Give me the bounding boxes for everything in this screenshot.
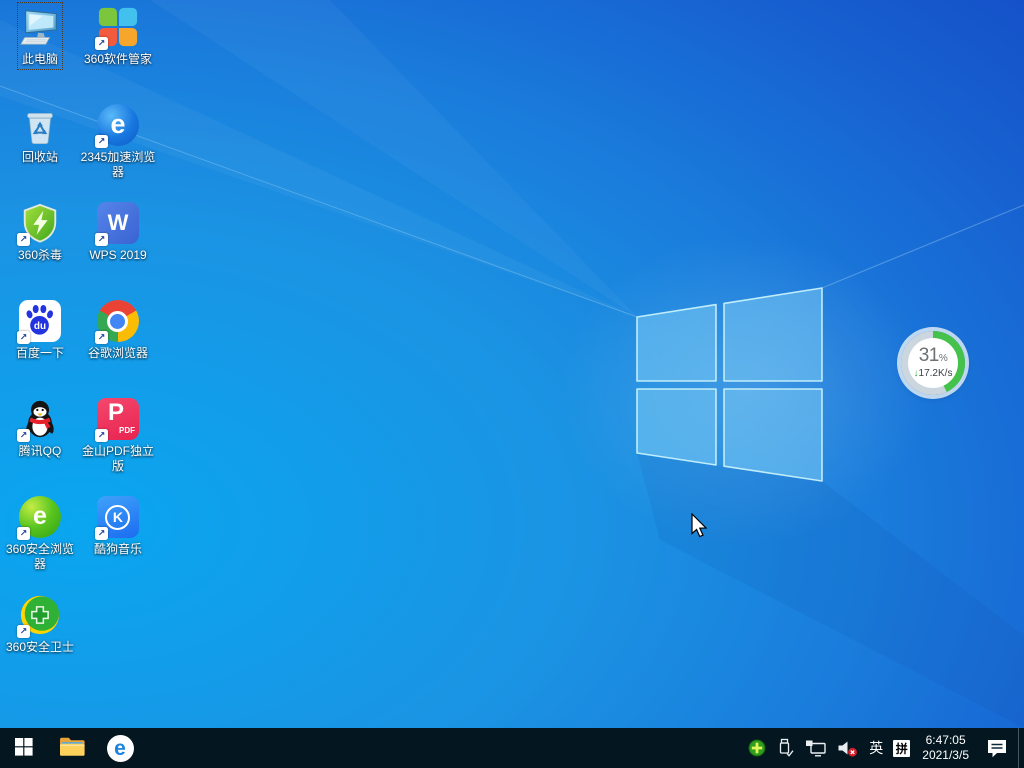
desktop-icon-chrome[interactable]: ↗ 谷歌浏览器 [79, 297, 157, 395]
this-pc-icon [19, 6, 61, 48]
360-safety-guard-icon: ↗ [19, 594, 61, 636]
wps-2019-icon: W ↗ [97, 202, 139, 244]
shortcut-arrow-icon: ↗ [95, 233, 108, 246]
desktop-icon-360-antivirus[interactable]: ↗ 360杀毒 [1, 199, 79, 297]
volume-muted-icon[interactable] [832, 728, 864, 768]
360-software-manager-icon: ↗ [97, 6, 139, 48]
percent-symbol: % [939, 353, 947, 364]
baidu-icon: du ↗ [19, 300, 61, 342]
shortcut-arrow-icon: ↗ [95, 429, 108, 442]
desktop-icon-360-software-manager[interactable]: ↗ 360软件管家 [79, 3, 157, 101]
taskbar: e [0, 728, 1024, 768]
shortcut-arrow-icon: ↗ [95, 135, 108, 148]
network-icon[interactable] [800, 728, 832, 768]
ime-language-indicator[interactable]: 英 [864, 728, 888, 768]
browser-taskbar-icon: e [107, 735, 134, 762]
kugou-glyph: K [105, 505, 130, 530]
desktop-screen: 此电脑 ↗ 360软件管家 [0, 0, 1024, 768]
shortcut-arrow-icon: ↗ [95, 331, 108, 344]
clock-date: 2021/3/5 [922, 748, 969, 763]
windows-start-icon [15, 738, 33, 759]
usb-device-icon[interactable] [771, 728, 800, 768]
download-speed: 17.2K/s [919, 368, 953, 379]
wallpaper-glow [560, 235, 930, 545]
desktop-icon-label: 360软件管家 [84, 52, 152, 67]
chrome-icon: ↗ [97, 300, 139, 342]
shortcut-arrow-icon: ↗ [17, 233, 30, 246]
360-tray-icon[interactable] [743, 728, 771, 768]
clock-time: 6:47:05 [922, 733, 969, 748]
qq-icon: ↗ [19, 398, 61, 440]
desktop-icon-label: 百度一下 [16, 346, 64, 361]
desktop-icon-label: WPS 2019 [89, 248, 146, 263]
360-safe-browser-icon: e ↗ [19, 496, 61, 538]
shortcut-arrow-icon: ↗ [17, 625, 30, 638]
desktop-icon-label: 谷歌浏览器 [88, 346, 148, 361]
desktop-icon-2345-browser[interactable]: e ↗ 2345加速浏览器 [79, 101, 157, 199]
download-progress-readout: 31% ↓17.2K/s [908, 338, 958, 388]
start-button[interactable] [0, 728, 48, 768]
download-percent: 31 [919, 345, 939, 366]
system-tray: 英 拼 6:47:05 2021/3/5 [743, 728, 1024, 768]
kingsoft-pdf-glyph: P [108, 399, 124, 427]
desktop-icon-label: 此电脑 [22, 52, 58, 67]
action-center-icon[interactable] [976, 728, 1018, 768]
desktop-icon-label: 360杀毒 [18, 248, 62, 263]
desktop-icon-label: 酷狗音乐 [94, 542, 142, 557]
desktop-icon-label: 360安全浏览器 [2, 542, 78, 572]
browser-button[interactable]: e [96, 728, 144, 768]
show-desktop-button[interactable] [1018, 728, 1024, 768]
kugou-music-icon: K ↗ [97, 496, 139, 538]
desktop-icon-kugou-music[interactable]: K ↗ 酷狗音乐 [79, 493, 157, 591]
shortcut-arrow-icon: ↗ [95, 527, 108, 540]
selection-focus-box: 此电脑 [18, 3, 62, 69]
mouse-cursor [691, 513, 711, 541]
kingsoft-pdf-subtext: PDF [119, 426, 135, 435]
desktop-icon-this-pc[interactable]: 此电脑 [1, 3, 79, 101]
desktop-icon-grid: 此电脑 ↗ 360软件管家 [1, 3, 157, 689]
desktop-icon-label: 回收站 [22, 150, 58, 165]
360-antivirus-icon: ↗ [19, 202, 61, 244]
kingsoft-pdf-icon: P PDF ↗ [97, 398, 139, 440]
file-explorer-icon [59, 736, 85, 760]
desktop-icon-360-safety-guard[interactable]: ↗ 360安全卫士 [1, 591, 79, 689]
desktop-icon-kingsoft-pdf[interactable]: P PDF ↗ 金山PDF独立版 [79, 395, 157, 493]
taskbar-clock[interactable]: 6:47:05 2021/3/5 [915, 733, 976, 763]
shortcut-arrow-icon: ↗ [17, 527, 30, 540]
recycle-bin-icon [19, 104, 61, 146]
shortcut-arrow-icon: ↗ [17, 331, 30, 344]
desktop-icon-wps-2019[interactable]: W ↗ WPS 2019 [79, 199, 157, 297]
desktop-icon-label: 金山PDF独立版 [80, 444, 156, 474]
desktop-icon-baidu[interactable]: du ↗ 百度一下 [1, 297, 79, 395]
desktop-icon-label: 2345加速浏览器 [80, 150, 156, 180]
desktop-icon-recycle-bin[interactable]: 回收站 [1, 101, 79, 199]
desktop-icon-label: 360安全卫士 [6, 640, 74, 655]
desktop-icon-360-safe-browser[interactable]: e ↗ 360安全浏览器 [1, 493, 79, 591]
shortcut-arrow-icon: ↗ [95, 37, 108, 50]
desktop-icon-label: 腾讯QQ [19, 444, 62, 459]
2345-browser-icon: e ↗ [97, 104, 139, 146]
file-explorer-button[interactable] [48, 728, 96, 768]
desktop-icon-qq[interactable]: ↗ 腾讯QQ [1, 395, 79, 493]
desktop-background[interactable]: 此电脑 ↗ 360软件管家 [0, 0, 1024, 728]
shortcut-arrow-icon: ↗ [17, 429, 30, 442]
download-progress-widget[interactable]: 31% ↓17.2K/s [901, 331, 965, 395]
ime-mode-indicator[interactable]: 拼 [888, 728, 915, 768]
